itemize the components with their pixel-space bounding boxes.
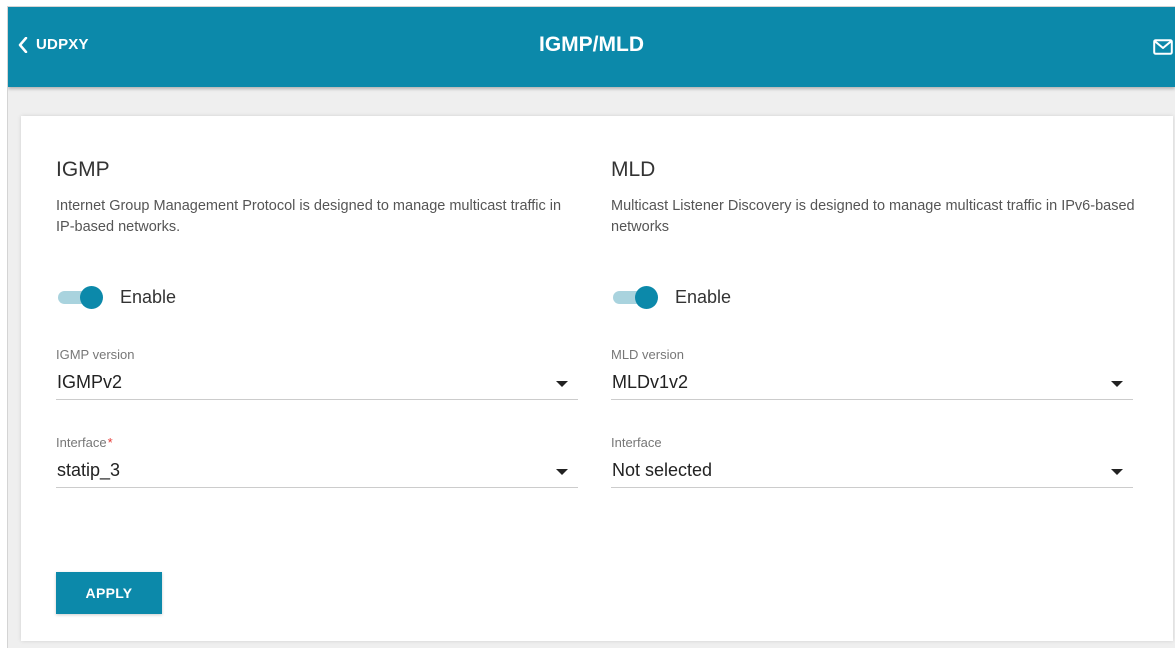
mail-icon[interactable] [1153, 39, 1173, 55]
mld-enable-toggle[interactable]: Enable [611, 286, 732, 309]
igmp-title: IGMP [56, 158, 110, 181]
igmp-interface-value: statip_3 [57, 460, 121, 480]
toggle-knob [80, 286, 103, 309]
igmp-interface-label: Interface [56, 435, 107, 450]
mld-version-label: MLD version [611, 347, 684, 362]
apply-button[interactable]: APPLY [56, 572, 162, 614]
mld-description: Multicast Listener Discovery is designed… [611, 198, 1135, 235]
mld-version-value: MLDv1v2 [612, 372, 689, 392]
igmp-enable-toggle[interactable]: Enable [56, 286, 177, 309]
toggle-knob [635, 286, 658, 309]
chevron-down-icon [556, 381, 568, 387]
mld-enable-label: Enable [675, 286, 732, 307]
toggle-switch[interactable] [56, 286, 104, 309]
mld-interface-label: Interface [611, 435, 662, 450]
igmp-version-value: IGMPv2 [57, 372, 123, 392]
igmp-interface-select[interactable]: statip_3 [56, 457, 578, 488]
app-frame: UDPXY IGMP/MLD IGMP Internet Group Manag… [7, 6, 1175, 648]
mld-title: MLD [611, 158, 656, 181]
igmp-version-field: IGMP version IGMPv2 [56, 347, 578, 400]
igmp-interface-field: Interface* statip_3 [56, 435, 578, 488]
toggle-switch[interactable] [611, 286, 659, 309]
mld-interface-select[interactable]: Not selected [611, 457, 1133, 488]
mld-interface-field: Interface Not selected [611, 435, 1133, 488]
page-header: UDPXY IGMP/MLD [8, 7, 1175, 87]
igmp-version-select[interactable]: IGMPv2 [56, 369, 578, 400]
mld-version-field: MLD version MLDv1v2 [611, 347, 1133, 400]
required-asterisk: * [107, 435, 113, 450]
page-title: IGMP/MLD [539, 33, 644, 56]
igmp-interface-label-wrap: Interface* [56, 435, 578, 451]
igmp-description: Internet Group Management Protocol is de… [56, 198, 562, 235]
chevron-down-icon [1111, 381, 1123, 387]
igmp-version-label: IGMP version [56, 347, 135, 362]
mld-interface-value: Not selected [612, 460, 713, 480]
chevron-down-icon [556, 469, 568, 475]
chevron-down-icon [1111, 469, 1123, 475]
mld-version-select[interactable]: MLDv1v2 [611, 369, 1133, 400]
igmp-enable-label: Enable [120, 286, 177, 307]
settings-card: IGMP Internet Group Management Protocol … [21, 116, 1173, 641]
